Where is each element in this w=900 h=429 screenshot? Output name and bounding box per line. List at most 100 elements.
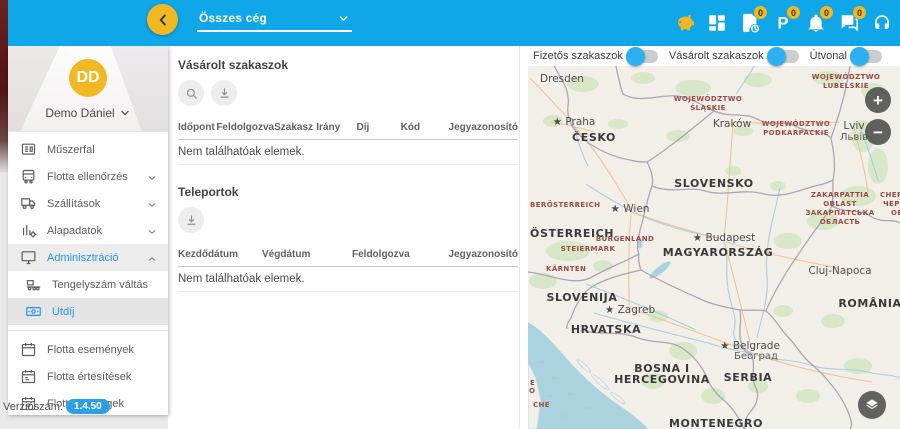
chevron-down-icon [146, 225, 158, 237]
column-header-szakasz: Szakasz [274, 122, 316, 133]
apps-grid-icon [706, 12, 728, 34]
toggle-label: Vásárolt szakaszok [669, 50, 764, 62]
chevron-down-icon [146, 171, 158, 183]
map-label: ЗАКАРПАТСЬКА [805, 210, 874, 217]
calendar-alert-icon [20, 368, 37, 385]
section-toolbar [178, 207, 518, 233]
truck-icon [20, 195, 37, 212]
download-button[interactable] [211, 80, 237, 106]
map-label: Kraków [713, 119, 751, 130]
sidebar-item-alapadatok[interactable]: Alapadatok [8, 217, 168, 244]
column-header-k-d: Kód [401, 122, 449, 133]
zoom-in-button[interactable]: + [865, 87, 891, 113]
parking-button[interactable]: P0 [771, 11, 795, 35]
count-badge: 0 [787, 6, 800, 19]
sidebar-item-td-j[interactable]: Útdíj [8, 298, 168, 325]
map-label: BERÖSTERREICH [530, 202, 600, 209]
sidebar-item-flotta-rtes-t-sek[interactable]: Flotta értesítések [8, 363, 168, 390]
zoom-out-button[interactable]: − [865, 119, 891, 145]
axle-icon [25, 276, 42, 293]
map-label: ОБ [891, 210, 900, 217]
toggle-switch[interactable] [769, 50, 799, 63]
map-label: ÖSTERREICH [530, 228, 614, 240]
piggy-bank-button[interactable] [672, 11, 696, 35]
toggle-label: Fizetős szakaszok [533, 50, 623, 62]
content-panel: Vásárolt szakaszok IdőpontFeldolgozvaSza… [168, 46, 528, 429]
map-label: ★ Belgrade [720, 341, 780, 352]
download-icon [217, 86, 232, 101]
sidebar-item-flotta-esem-nyek[interactable]: Flotta események [8, 336, 168, 363]
back-button[interactable] [147, 4, 178, 35]
table-empty-row: Nem találhatóak elemek. [178, 267, 518, 292]
svg-text:P: P [777, 15, 788, 33]
sidebar-item-adminisztr-ci[interactable]: Adminisztráció [8, 244, 168, 271]
map-label: SLOVENIJA [547, 292, 618, 304]
document-pending-button[interactable]: 0 [738, 11, 762, 35]
dashboard-icon [20, 141, 37, 158]
map-label: CHERNI [880, 192, 900, 199]
map-label: BOSNA I [634, 363, 690, 375]
map-toggle-v-s-rolt-szakaszok[interactable]: Vásárolt szakaszok [669, 50, 799, 63]
layers-button[interactable] [858, 391, 886, 419]
layers-icon [864, 397, 880, 413]
map-label: Београд [734, 352, 778, 363]
chevron-left-icon [154, 11, 172, 29]
map-toggle-tvonal[interactable]: Útvonal [810, 50, 882, 63]
sidebar-item-label: Tengelyszám váltás [52, 279, 158, 291]
map-label: ★ Praha [553, 117, 596, 128]
apps-grid-button[interactable] [705, 11, 729, 35]
table-header-row: KezdődátumVégdátumFeldolgozvaJegyazonosí… [178, 249, 518, 267]
map-label: WOJEWÓDZTWO [762, 121, 830, 128]
sidebar-item-label: Szállítások [47, 198, 136, 210]
support-button[interactable] [870, 11, 894, 35]
avatar[interactable]: DD [69, 59, 107, 97]
sidebar-item-label: Adminisztráció [47, 252, 136, 264]
download-button[interactable] [178, 207, 204, 233]
map-label: LUBELSKIE [823, 83, 869, 90]
column-header-feldolgozva: Feldolgozva [216, 122, 274, 133]
sidebar-item-sz-ll-t-sok[interactable]: Szállítások [8, 190, 168, 217]
company-select[interactable]: Összes cég [197, 9, 352, 32]
map-label: ОБЛАСТЬ [820, 219, 861, 226]
sidebar-item-tengelysz-m-v-lt-s[interactable]: Tengelyszám váltás [8, 271, 168, 298]
sidebar-item-m-szerfal[interactable]: Műszerfal [8, 136, 168, 163]
monitor-icon [20, 249, 37, 266]
header-actions: 0P000 [672, 0, 894, 46]
user-profile: DD Demo Dániel [8, 46, 168, 132]
map-toggle-fizet-s-szakaszok[interactable]: Fizetős szakaszok [533, 50, 658, 63]
toggle-switch[interactable] [628, 50, 658, 63]
bus-icon [20, 168, 37, 185]
map-labels: DresdenWOJEWÓDZTWOLUBELSKIEWOJEWÓDZTWOŚL… [528, 66, 900, 429]
section-title: Teleportok [178, 185, 518, 199]
map-label: Dresden [540, 74, 584, 85]
map-label: O [529, 388, 535, 395]
sidebar-item-flotta-ellen-rz-s[interactable]: Flotta ellenőrzés [8, 163, 168, 190]
map-canvas[interactable]: DresdenWOJEWÓDZTWOLUBELSKIEWOJEWÓDZTWOŚL… [528, 66, 900, 429]
map-label: ★ Wien [611, 204, 650, 215]
sidebar-item-label: Útdíj [52, 306, 158, 318]
count-badge: 0 [853, 6, 866, 19]
toggle-switch[interactable] [852, 50, 882, 63]
background-photo-strip [0, 0, 8, 172]
map-panel: Fizetős szakaszok Vásárolt szakaszok Útvon… [528, 46, 900, 429]
column-header-jegyazonos-t: Jegyazonosító [440, 249, 518, 260]
company-select-value: Összes cég [199, 11, 267, 25]
map-label: STEIERMARK [561, 246, 616, 253]
column-header-d-j: Díj [357, 122, 401, 133]
map-label: OBLAST [823, 201, 856, 208]
chevron-down-icon [337, 12, 350, 25]
map-label: MONTENEGRO [669, 418, 763, 429]
user-menu[interactable]: Demo Dániel [8, 106, 168, 120]
sidebar-item-label: Flotta események [47, 344, 158, 356]
sidebar-item-label: Flotta értesítések [47, 371, 158, 383]
version-label: Verziószám: [3, 401, 63, 413]
sidebar-item-label: Flotta ellenőrzés [47, 171, 136, 183]
section-purchased-segments: Vásárolt szakaszok IdőpontFeldolgozvaSza… [168, 58, 528, 165]
notifications-button[interactable]: 0 [804, 11, 828, 35]
search-button[interactable] [178, 80, 204, 106]
map-label: ★ Budapest [693, 233, 755, 244]
map-label: E [530, 380, 535, 387]
map-label: PODKARPACKIE [763, 130, 829, 137]
sidebar: DD Demo Dániel Műszerfal Flotta ellenőrzé… [8, 46, 168, 415]
messages-button[interactable]: 0 [837, 11, 861, 35]
